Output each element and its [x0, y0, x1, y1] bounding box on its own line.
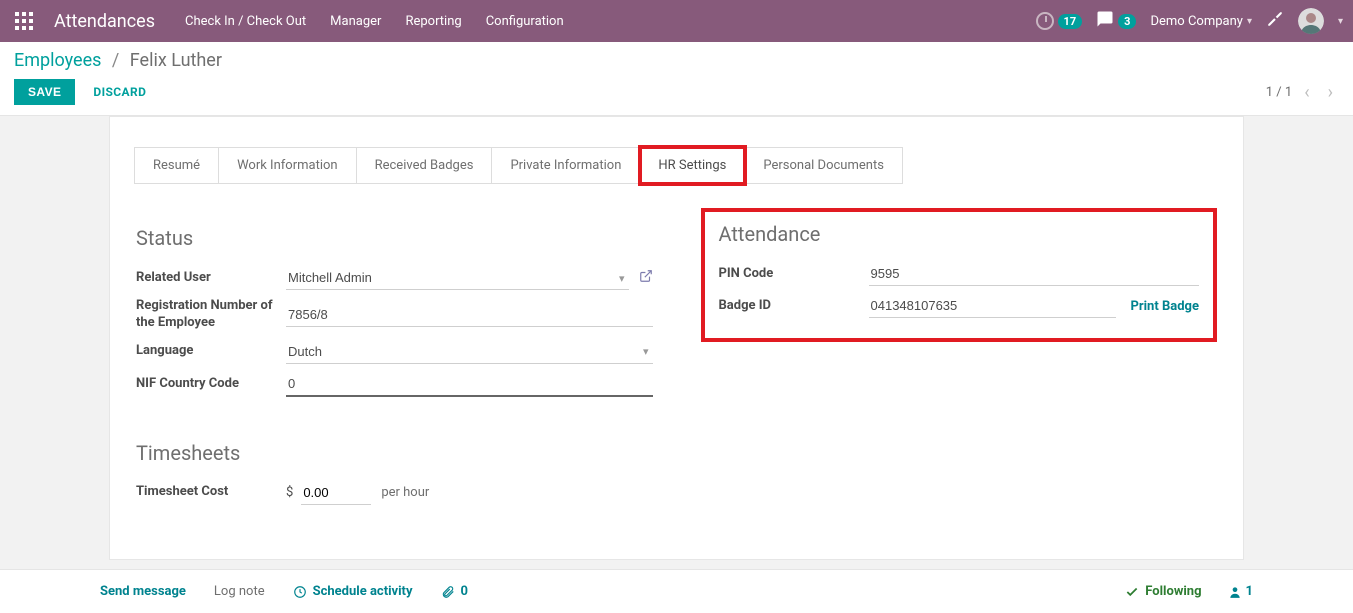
badge-id-label: Badge ID [719, 298, 869, 315]
pin-code-label: PIN Code [719, 266, 869, 283]
language-select[interactable] [286, 340, 653, 364]
breadcrumb-root[interactable]: Employees [14, 50, 101, 71]
timesheet-cost-input[interactable] [301, 481, 371, 505]
tab-hr-settings[interactable]: HR Settings [640, 147, 745, 184]
topbar: Attendances Check In / Check Out Manager… [0, 0, 1353, 42]
attendance-group: Attendance PIN Code Badge ID Print Badge [701, 208, 1218, 342]
external-link-icon[interactable] [639, 269, 653, 287]
related-user-input[interactable] [286, 266, 629, 290]
chatter-left: Send message Log note Schedule activity … [100, 584, 468, 599]
tab-received-badges[interactable]: Received Badges [357, 147, 493, 184]
timer-button[interactable]: 17 [1036, 12, 1083, 30]
badge-id-input[interactable] [869, 294, 1117, 318]
control-panel: Employees / Felix Luther SAVE DISCARD 1 … [0, 42, 1353, 116]
discard-button[interactable]: DISCARD [93, 85, 146, 99]
schedule-activity-label: Schedule activity [313, 584, 413, 599]
language-label: Language [136, 343, 286, 360]
left-column: Status Related User ▾ Registration Numbe… [136, 212, 653, 509]
tab-resume[interactable]: Resumé [134, 147, 219, 184]
clock-icon [1036, 12, 1054, 30]
attendance-heading: Attendance [719, 222, 1200, 246]
nav-items: Check In / Check Out Manager Reporting C… [185, 14, 564, 29]
tab-private-information[interactable]: Private Information [492, 147, 640, 184]
log-note-button[interactable]: Log note [214, 584, 265, 599]
schedule-activity-button[interactable]: Schedule activity [293, 584, 413, 599]
registration-number-label: Registration Number of the Employee [136, 298, 286, 332]
following-label: Following [1145, 584, 1201, 599]
user-menu-caret-icon[interactable]: ▾ [1338, 16, 1343, 27]
followers-button[interactable]: 1 [1228, 584, 1253, 599]
save-button[interactable]: SAVE [14, 79, 75, 105]
nif-country-code-input[interactable] [286, 372, 653, 397]
right-column: Attendance PIN Code Badge ID Print Badge [701, 212, 1218, 342]
followers-count: 1 [1246, 584, 1253, 599]
attachments-button[interactable]: 0 [441, 584, 468, 599]
nif-country-code-label: NIF Country Code [136, 376, 286, 393]
topbar-right: 17 3 Demo Company ▾ ▾ [1036, 8, 1343, 34]
attachment-count: 0 [461, 584, 468, 599]
nav-reporting[interactable]: Reporting [405, 14, 461, 29]
form-viewport[interactable]: Resumé Work Information Received Badges … [0, 116, 1353, 575]
registration-number-row: Registration Number of the Employee [136, 294, 653, 336]
following-button[interactable]: Following [1125, 584, 1201, 599]
chat-icon [1096, 10, 1114, 32]
chat-badge: 3 [1118, 14, 1136, 29]
chatter-right: Following 1 [1125, 584, 1253, 599]
pin-code-input[interactable] [869, 262, 1200, 286]
pager-next-button[interactable]: › [1322, 82, 1339, 103]
timesheet-cost-row: Timesheet Cost $ per hour [136, 477, 653, 509]
check-icon [1125, 585, 1139, 599]
breadcrumb-separator: / [112, 50, 119, 71]
paperclip-icon [441, 585, 455, 599]
send-message-button[interactable]: Send message [100, 584, 186, 599]
nav-manager[interactable]: Manager [330, 14, 381, 29]
related-user-row: Related User ▾ [136, 262, 653, 294]
language-row: Language ▾ [136, 336, 653, 368]
pager-prev-button[interactable]: ‹ [1298, 82, 1315, 103]
pager-text: 1 / 1 [1266, 85, 1292, 100]
timesheet-cost-label: Timesheet Cost [136, 484, 286, 501]
currency-symbol: $ [286, 485, 293, 500]
tab-work-information[interactable]: Work Information [219, 147, 357, 184]
related-user-label: Related User [136, 270, 286, 287]
company-selector[interactable]: Demo Company ▾ [1150, 14, 1251, 29]
user-icon [1228, 585, 1242, 599]
apps-menu-icon[interactable] [10, 7, 38, 35]
timesheets-heading: Timesheets [136, 441, 653, 465]
registration-number-input[interactable] [286, 303, 653, 327]
tab-personal-documents[interactable]: Personal Documents [745, 147, 903, 184]
caret-down-icon: ▾ [1247, 16, 1252, 27]
developer-tools-button[interactable] [1266, 10, 1284, 32]
timer-badge: 17 [1058, 14, 1083, 29]
clock-icon [293, 585, 307, 599]
chatter-bar: Send message Log note Schedule activity … [0, 569, 1353, 613]
timesheet-cost-suffix: per hour [381, 485, 429, 500]
tab-bar: Resumé Work Information Received Badges … [110, 147, 1243, 184]
breadcrumb-current: Felix Luther [130, 50, 222, 71]
print-badge-button[interactable]: Print Badge [1130, 299, 1199, 314]
pager: 1 / 1 ‹ › [1266, 82, 1339, 103]
pin-code-row: PIN Code [719, 258, 1200, 290]
form-columns: Status Related User ▾ Registration Numbe… [110, 184, 1243, 509]
nav-configuration[interactable]: Configuration [486, 14, 564, 29]
nif-country-code-row: NIF Country Code [136, 368, 653, 401]
status-heading: Status [136, 226, 653, 250]
user-avatar[interactable] [1298, 8, 1324, 34]
badge-id-row: Badge ID Print Badge [719, 290, 1200, 322]
form-sheet: Resumé Work Information Received Badges … [109, 116, 1244, 560]
company-name-label: Demo Company [1150, 14, 1242, 29]
breadcrumb: Employees / Felix Luther [14, 50, 1339, 71]
app-title: Attendances [54, 11, 155, 32]
messaging-button[interactable]: 3 [1096, 10, 1136, 32]
nav-check-in-out[interactable]: Check In / Check Out [185, 14, 306, 29]
control-row: SAVE DISCARD 1 / 1 ‹ › [14, 79, 1339, 105]
